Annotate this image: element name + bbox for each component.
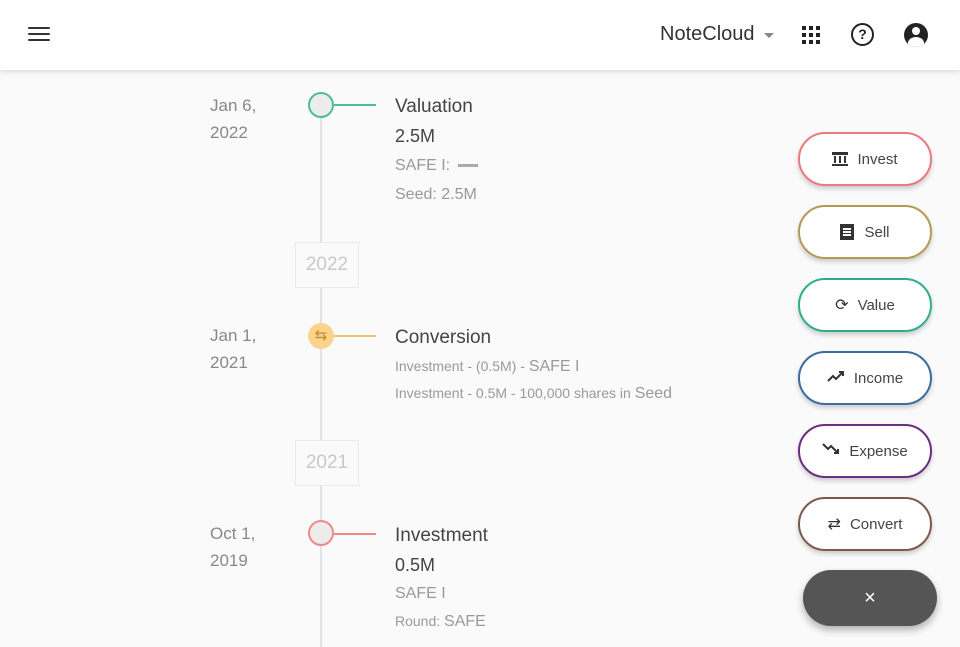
event-connector	[334, 533, 376, 535]
trending-up-icon	[827, 369, 845, 387]
investment-dot-icon	[308, 520, 334, 546]
event-detail: Seed: 2.5M	[395, 186, 477, 203]
year-marker: 2021	[295, 440, 359, 486]
event-date: Jan 6, 2022	[210, 96, 257, 142]
apps-grid-icon[interactable]	[802, 26, 820, 44]
year-marker: 2022	[295, 242, 359, 288]
expense-button[interactable]: Expense	[798, 424, 932, 478]
event-date: Oct 1, 2019	[210, 524, 256, 570]
event-detail: SAFE I:	[395, 157, 479, 175]
event-detail: Round: SAFE	[395, 613, 486, 630]
conversion-swap-icon: ⇆	[308, 323, 334, 349]
brand-name: NoteCloud	[660, 23, 755, 45]
event-detail: Investment - (0.5M) - SAFE I	[395, 358, 580, 375]
sell-label: Sell	[864, 223, 890, 241]
caret-down-icon	[763, 33, 774, 38]
value-label: Value	[857, 296, 895, 314]
menu-icon[interactable]	[28, 24, 50, 46]
invest-label: Invest	[857, 150, 898, 168]
event-title: Valuation	[395, 96, 473, 117]
income-label: Income	[853, 369, 904, 387]
swap-icon: ⇄	[827, 516, 841, 533]
dash-icon	[458, 164, 479, 168]
receipt-icon	[840, 224, 855, 240]
invest-button[interactable]: Invest	[798, 132, 932, 186]
event-amount: 2.5M	[395, 126, 436, 146]
trending-down-icon	[822, 442, 840, 460]
sync-icon: ⟳	[835, 297, 849, 314]
bank-icon	[832, 152, 849, 166]
value-button[interactable]: ⟳ Value	[798, 278, 932, 332]
sell-button[interactable]: Sell	[798, 205, 932, 259]
event-detail: Investment - 0.5M - 100,000 shares in Se…	[395, 385, 673, 402]
event-detail: SAFE I	[395, 585, 446, 602]
event-connector	[334, 335, 376, 337]
convert-button[interactable]: ⇄ Convert	[798, 497, 932, 551]
close-icon: ×	[864, 587, 876, 609]
help-icon[interactable]: ?	[851, 23, 874, 46]
event-title: Conversion	[395, 327, 492, 348]
event-date: Jan 1, 2021	[210, 326, 257, 372]
app-bar: NoteCloud ?	[0, 0, 960, 70]
close-fab-button[interactable]: ×	[803, 570, 937, 626]
income-button[interactable]: Income	[798, 351, 932, 405]
expense-label: Expense	[849, 442, 908, 460]
convert-label: Convert	[849, 515, 903, 533]
brand-switcher[interactable]: NoteCloud	[660, 23, 774, 46]
valuation-dot-icon	[308, 92, 334, 118]
account-circle-icon[interactable]	[904, 23, 928, 47]
event-amount: 0.5M	[395, 555, 436, 575]
event-title: Investment	[395, 525, 488, 546]
event-connector	[334, 104, 376, 106]
timeline-line	[320, 118, 322, 647]
